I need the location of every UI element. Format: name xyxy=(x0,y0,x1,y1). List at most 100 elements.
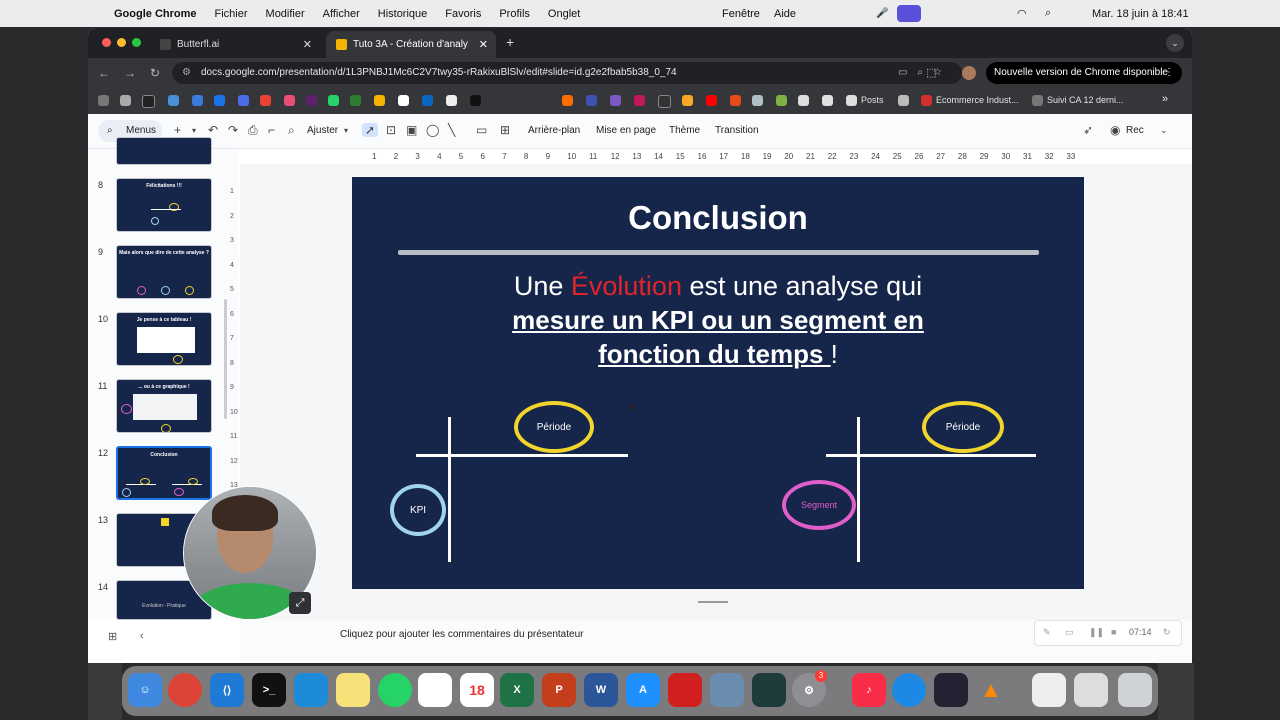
suivi-bookmark-icon[interactable] xyxy=(1032,95,1043,106)
bookmark-icon[interactable] xyxy=(752,95,763,106)
slide-thumbnail[interactable]: Mais alors que dire de cette analyse ? xyxy=(116,245,212,299)
bookmark-icon[interactable] xyxy=(120,95,131,106)
mic-icon[interactable]: 🎤 xyxy=(876,8,888,19)
menu-fenetre[interactable]: Fenêtre xyxy=(722,8,760,20)
reload-button[interactable]: ↻ xyxy=(150,66,160,80)
zoom-fit-dropdown[interactable]: Ajuster xyxy=(307,125,338,136)
theme-button[interactable]: Thème xyxy=(669,125,700,136)
x-icon[interactable] xyxy=(470,95,481,106)
tab-search-button[interactable]: ⌄ xyxy=(1166,34,1184,52)
whatsapp-icon[interactable] xyxy=(378,673,412,707)
bookmark-icon[interactable] xyxy=(682,95,693,106)
record-icon[interactable]: ◉ xyxy=(1110,123,1120,137)
bookmark-icon[interactable] xyxy=(634,95,645,106)
bookmark-icon[interactable] xyxy=(350,95,361,106)
profile-avatar[interactable] xyxy=(962,66,976,80)
vlc-icon[interactable]: ▲ xyxy=(974,673,1008,707)
pen-icon[interactable]: ✎ xyxy=(1043,627,1051,638)
bookmark-icon[interactable] xyxy=(898,95,909,106)
shape-icon[interactable]: ◯ xyxy=(426,123,439,137)
powerpoint-icon[interactable]: P xyxy=(542,673,576,707)
slide-thumbnail[interactable]: Félicitations !!! xyxy=(116,178,212,232)
zoom-icon[interactable]: ⌕ xyxy=(288,123,295,138)
back-button[interactable]: ← xyxy=(98,66,110,80)
trash-icon[interactable] xyxy=(1118,673,1152,707)
more-bookmarks-icon[interactable]: » xyxy=(1162,93,1168,105)
app-menu[interactable]: Google Chrome xyxy=(114,8,197,20)
url-field[interactable]: ⚙ docs.google.com/presentation/d/1L3PNBJ… xyxy=(172,62,962,84)
bookmark-icon[interactable] xyxy=(284,95,295,106)
bookmark-ecommerce[interactable]: Ecommerce Indust... xyxy=(936,95,1019,105)
slide-thumbnail[interactable]: ... ou à ce graphique ! xyxy=(116,379,212,433)
wifi-icon[interactable]: ◠ xyxy=(1017,7,1027,20)
chevron-down-icon[interactable]: ▾ xyxy=(344,126,348,135)
excel-icon[interactable]: X xyxy=(500,673,534,707)
slack-icon[interactable] xyxy=(306,95,317,106)
finder-icon[interactable]: ☺ xyxy=(128,673,162,707)
linkedin-icon[interactable] xyxy=(422,95,433,106)
search-icon[interactable]: ⌕ xyxy=(1045,7,1051,20)
bookmark-icon[interactable] xyxy=(822,95,833,106)
chevron-down-icon[interactable]: ⌄ xyxy=(1160,125,1168,136)
forward-button[interactable]: → xyxy=(124,66,136,80)
posts-bookmark-icon[interactable] xyxy=(846,95,857,106)
note-icon[interactable]: ▭ xyxy=(1065,627,1074,638)
bookmark-icon[interactable] xyxy=(168,95,179,106)
clock[interactable]: Mar. 18 juin à 18:41 xyxy=(1092,8,1189,20)
grid-view-icon[interactable]: ⊞ xyxy=(108,630,117,643)
minimize-window-icon[interactable] xyxy=(117,38,126,47)
notes-icon[interactable] xyxy=(336,673,370,707)
menu-favoris[interactable]: Favoris xyxy=(445,8,481,20)
gmail-icon[interactable] xyxy=(260,95,271,106)
vscode-icon[interactable]: ⟨⟩ xyxy=(210,673,244,707)
comment-icon[interactable]: ⊞ xyxy=(500,123,510,137)
menu-profils[interactable]: Profils xyxy=(499,8,530,20)
paint-format-icon[interactable]: ⌐ xyxy=(268,123,275,137)
expand-icon[interactable]: ⤢ xyxy=(289,592,311,614)
bookmark-posts[interactable]: Posts xyxy=(861,95,884,105)
word-icon[interactable]: W xyxy=(584,673,618,707)
bluetooth-icon[interactable] xyxy=(892,673,926,707)
rec-button[interactable]: Rec xyxy=(1126,125,1144,136)
tab-tuto-3a[interactable]: Tuto 3A - Création d'analy ✕ xyxy=(326,31,496,58)
crop-icon[interactable]: ⊡ xyxy=(386,123,396,137)
select-tool-icon[interactable]: ➚ xyxy=(362,123,379,137)
terminal-icon[interactable]: >_ xyxy=(252,673,286,707)
music-icon[interactable]: ♪ xyxy=(852,673,886,707)
current-slide[interactable]: Conclusion Une Évolution est une analyse… xyxy=(352,177,1084,589)
quicktime-icon[interactable] xyxy=(934,673,968,707)
app-store-icon[interactable]: A xyxy=(626,673,660,707)
bookmark-icon[interactable] xyxy=(192,95,203,106)
zoom-window-icon[interactable] xyxy=(132,38,141,47)
close-tab-icon[interactable]: ✕ xyxy=(303,38,312,51)
bookmark-icon[interactable] xyxy=(142,95,155,108)
add-slide-icon[interactable]: + xyxy=(174,123,181,137)
window-thumbnail-icon[interactable] xyxy=(1074,673,1108,707)
menu-historique[interactable]: Historique xyxy=(378,8,428,20)
bookmark-icon[interactable] xyxy=(610,95,621,106)
menu-onglet[interactable]: Onglet xyxy=(548,8,580,20)
chrome-menu-icon[interactable]: ⋮ xyxy=(1164,62,1174,84)
extensions-icon[interactable]: ⬚ xyxy=(926,66,936,79)
restart-icon[interactable]: ↻ xyxy=(1163,627,1171,638)
window-thumbnail-icon[interactable] xyxy=(1032,673,1066,707)
screen-record-icon[interactable] xyxy=(897,5,921,22)
menu-modifier[interactable]: Modifier xyxy=(266,8,305,20)
menu-fichier[interactable]: Fichier xyxy=(215,8,248,20)
whatsapp-icon[interactable] xyxy=(328,95,339,106)
preview-icon[interactable] xyxy=(710,673,744,707)
redo-icon[interactable]: ↷ xyxy=(228,123,238,137)
bookmark-icon[interactable] xyxy=(562,95,573,106)
layout-button[interactable]: Mise en page xyxy=(596,125,656,136)
line-icon[interactable]: ╲ xyxy=(448,123,455,137)
chevron-down-icon[interactable]: ▾ xyxy=(192,126,196,135)
close-tab-icon[interactable]: ✕ xyxy=(479,38,488,51)
acrobat-icon[interactable] xyxy=(668,673,702,707)
slide-thumbnail[interactable] xyxy=(116,137,212,165)
tab-butterfl[interactable]: Butterfl.ai ✕ xyxy=(150,31,320,58)
bookmark-icon[interactable] xyxy=(446,95,457,106)
bookmark-icon[interactable] xyxy=(730,95,741,106)
app-icon[interactable] xyxy=(752,673,786,707)
drive-icon[interactable] xyxy=(374,95,385,106)
bookmark-suivi[interactable]: Suivi CA 12 derni... xyxy=(1047,95,1124,105)
